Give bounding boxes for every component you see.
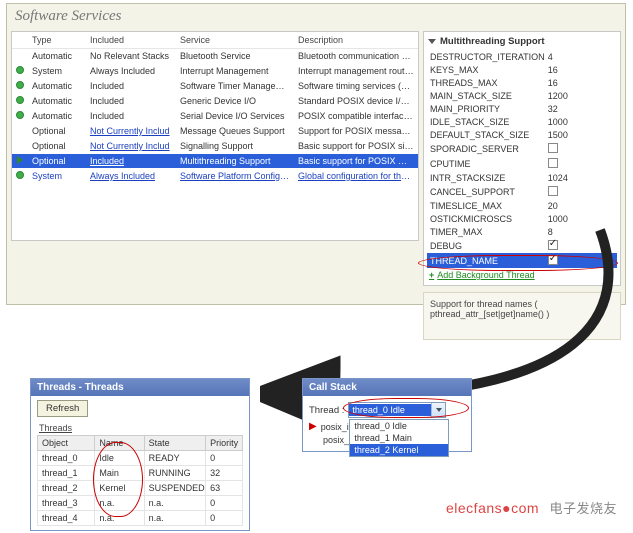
current-frame-icon: ▶	[309, 421, 317, 432]
service-row[interactable]: OptionalIncludedMultithreading SupportBa…	[12, 154, 418, 169]
selected-row-icon	[17, 156, 23, 164]
property-row[interactable]: DESTRUCTOR_ITERATIONS4	[427, 50, 617, 63]
thread-label: Thread :	[309, 405, 344, 416]
service-row[interactable]: AutomaticNo Relevant StacksBluetooth Ser…	[12, 49, 418, 64]
included-link[interactable]: Not Currently Includ	[90, 126, 170, 136]
dropdown-option[interactable]: thread_0 Idle	[350, 420, 448, 432]
dropdown-button[interactable]	[431, 403, 445, 417]
service-row[interactable]: AutomaticIncludedSerial Device I/O Servi…	[12, 109, 418, 124]
status-ok-icon	[16, 96, 24, 104]
threads-title: Threads - Threads	[31, 379, 249, 396]
service-row[interactable]: AutomaticIncludedSoftware Timer Manageme…	[12, 79, 418, 94]
services-table-wrap: Type Included Service Description Automa…	[11, 31, 419, 241]
checkbox[interactable]	[548, 186, 558, 196]
col-included[interactable]: Included	[86, 32, 176, 49]
threads-table[interactable]: Object Name State Priority thread_0IdleR…	[37, 435, 243, 526]
property-row[interactable]: KEYS_MAX16	[427, 63, 617, 76]
th-col-name[interactable]: Name	[95, 436, 144, 451]
property-row[interactable]: THREADS_MAX16	[427, 76, 617, 89]
included-link[interactable]: Included	[90, 156, 124, 166]
thread-row[interactable]: thread_1MainRUNNING32	[38, 466, 243, 481]
threads-panel: Threads - Threads Refresh Threads Object…	[30, 378, 250, 531]
property-row[interactable]: CANCEL_SUPPORT	[427, 184, 617, 199]
col-service[interactable]: Service	[176, 32, 294, 49]
property-row[interactable]: DEFAULT_STACK_SIZE1500	[427, 128, 617, 141]
thread-row[interactable]: thread_0IdleREADY0	[38, 451, 243, 466]
properties-title: Multithreading Support	[440, 36, 545, 47]
service-name: Multithreading Support	[180, 156, 271, 166]
status-ok-icon	[16, 171, 24, 179]
property-row[interactable]: MAIN_PRIORITY32	[427, 102, 617, 115]
thread-combo[interactable]: thread_0 Idle thread_0 Idlethread_1 Main…	[348, 402, 446, 418]
status-ok-icon	[16, 66, 24, 74]
included-link[interactable]: Always Included	[90, 171, 155, 181]
chevron-down-icon	[436, 408, 442, 412]
callstack-title: Call Stack	[303, 379, 471, 396]
property-row[interactable]: CPUTIME	[427, 156, 617, 171]
service-row[interactable]: OptionalNot Currently IncludSignalling S…	[12, 139, 418, 154]
included-link[interactable]: Not Currently Includ	[90, 141, 170, 151]
property-row[interactable]: SPORADIC_SERVER	[427, 141, 617, 156]
th-col-object[interactable]: Object	[38, 436, 95, 451]
property-row[interactable]: TIMESLICE_MAX20	[427, 199, 617, 212]
thread-dropdown-list[interactable]: thread_0 Idlethread_1 Mainthread_2 Kerne…	[349, 419, 449, 457]
service-row[interactable]: SystemAlways IncludedInterrupt Managemen…	[12, 64, 418, 79]
status-ok-icon	[16, 111, 24, 119]
watermark: elecfans●com 电子发烧友	[446, 498, 617, 517]
thread-row[interactable]: thread_3n.a.n.a.0	[38, 496, 243, 511]
checkbox[interactable]	[548, 158, 558, 168]
thread-combo-value: thread_0 Idle	[349, 404, 431, 416]
property-row[interactable]: MAIN_STACK_SIZE1200	[427, 89, 617, 102]
panel-title: Software Services	[7, 4, 625, 31]
dropdown-option[interactable]: thread_2 Kernel	[350, 444, 448, 456]
property-row[interactable]: IDLE_STACK_SIZE1000	[427, 115, 617, 128]
col-type[interactable]: Type	[28, 32, 86, 49]
refresh-button[interactable]: Refresh	[37, 400, 88, 417]
collapse-icon[interactable]	[428, 39, 436, 44]
services-table[interactable]: Type Included Service Description Automa…	[12, 32, 418, 184]
th-col-priority[interactable]: Priority	[206, 436, 243, 451]
status-ok-icon	[16, 81, 24, 89]
service-row[interactable]: SystemAlways IncludedSoftware Platform C…	[12, 169, 418, 184]
th-col-state[interactable]: State	[144, 436, 206, 451]
col-icon	[12, 32, 28, 49]
dropdown-option[interactable]: thread_1 Main	[350, 432, 448, 444]
property-row[interactable]: INTR_STACKSIZE1024	[427, 171, 617, 184]
thread-row[interactable]: thread_4n.a.n.a.0	[38, 511, 243, 526]
checkbox[interactable]	[548, 143, 558, 153]
col-description[interactable]: Description	[294, 32, 418, 49]
thread-row[interactable]: thread_2KernelSUSPENDED63	[38, 481, 243, 496]
service-row[interactable]: AutomaticIncludedGeneric Device I/OStand…	[12, 94, 418, 109]
service-row[interactable]: OptionalNot Currently IncludMessage Queu…	[12, 124, 418, 139]
callstack-panel: Call Stack Thread : thread_0 Idle thread…	[302, 378, 472, 452]
stack-frame[interactable]: posix_ic	[321, 422, 354, 432]
threads-subtitle: Threads	[39, 423, 243, 433]
